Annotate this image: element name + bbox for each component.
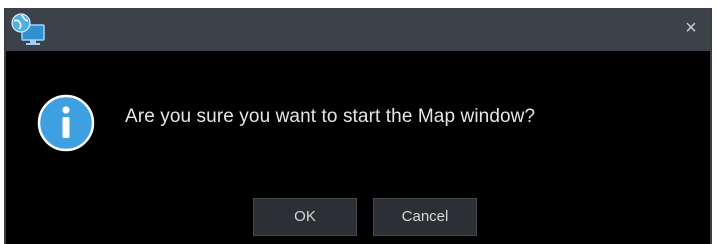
close-button[interactable]: × bbox=[680, 17, 702, 39]
confirm-dialog: × Are you sure you want to start the Map… bbox=[4, 8, 712, 244]
dialog-titlebar[interactable]: × bbox=[6, 8, 710, 51]
info-icon bbox=[37, 94, 95, 152]
dialog-message: Are you sure you want to start the Map w… bbox=[125, 106, 536, 127]
close-icon: × bbox=[685, 17, 697, 39]
ok-button[interactable]: OK bbox=[253, 198, 357, 236]
globe-monitor-icon bbox=[8, 11, 48, 49]
cancel-button[interactable]: Cancel bbox=[373, 198, 477, 236]
window-top-edge bbox=[0, 0, 717, 8]
